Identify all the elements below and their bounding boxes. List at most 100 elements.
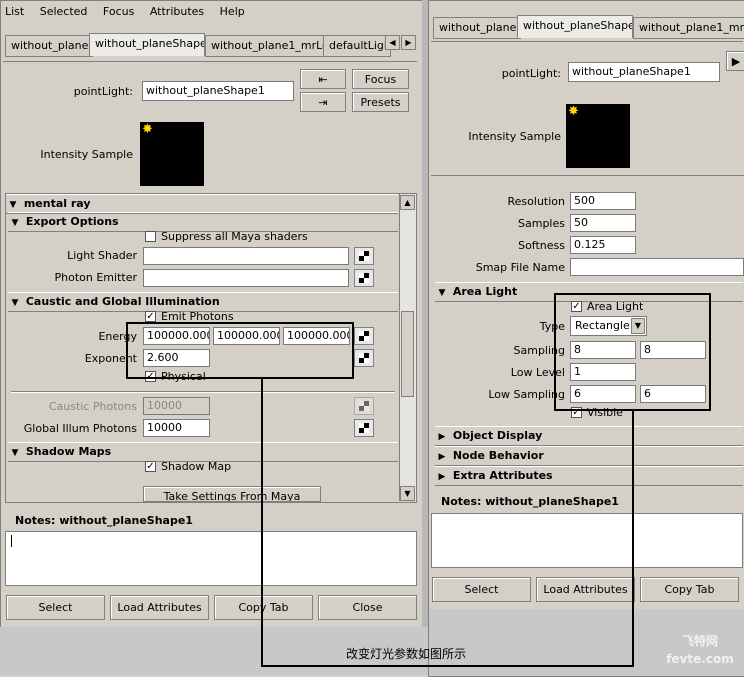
light-shader-label: Light Shader <box>67 249 137 262</box>
notes-label: Notes: without_planeShape1 <box>441 495 619 508</box>
focus-button[interactable]: Focus <box>352 69 409 89</box>
tab-without-plane1[interactable]: without_plane1 <box>433 17 521 39</box>
tab-without-plane1-mrloc[interactable]: without_plane1_mrLoc <box>633 17 744 39</box>
collapse-triangle-icon: ▼ <box>11 218 19 228</box>
tab-without-plane1-mrloc[interactable]: without_plane1_mrLoc <box>205 35 325 57</box>
take-settings-from-maya-button[interactable]: Take Settings From Maya <box>143 486 321 502</box>
section-extra-attributes[interactable]: ▶ Extra Attributes <box>435 466 743 486</box>
photon-emitter-field[interactable] <box>143 269 349 287</box>
photon-emitter-map-button[interactable] <box>354 269 374 287</box>
section-export-options[interactable]: ▼ Export Options <box>8 212 398 232</box>
section-shadow-maps[interactable]: ▼ Shadow Maps <box>8 442 398 462</box>
scroll-down-icon[interactable]: ▼ <box>400 486 415 501</box>
energy-map-button[interactable] <box>354 327 374 345</box>
low-sampling-label: Low Sampling <box>488 388 565 401</box>
menu-selected[interactable]: Selected <box>40 5 88 18</box>
resolution-field[interactable]: 500 <box>570 192 636 210</box>
map-checker-icon <box>359 353 369 363</box>
point-light-name-field[interactable]: without_planeShape1 <box>568 62 720 82</box>
expand-triangle-icon: ▶ <box>438 432 446 442</box>
annotation-box-left <box>126 322 354 379</box>
tab-scroll-right-icon[interactable]: ▶ <box>401 35 416 50</box>
annotation-line-bottom <box>261 665 634 667</box>
sampling-label: Sampling <box>513 344 566 357</box>
light-star-icon: ✸ <box>142 122 153 137</box>
intensity-sample-label: Intensity Sample <box>468 130 561 143</box>
section-mental-ray[interactable]: ▼ mental ray <box>6 194 398 214</box>
presets-button[interactable]: Presets <box>352 92 409 112</box>
samples-label: Samples <box>518 217 565 230</box>
caustic-photons-map-button[interactable] <box>354 397 374 415</box>
menu-attributes[interactable]: Attributes <box>150 5 204 18</box>
divider <box>11 391 395 393</box>
gi-photons-field[interactable]: 10000 <box>143 419 210 437</box>
close-button[interactable]: Close <box>318 595 417 620</box>
softness-field[interactable]: 0.125 <box>570 236 636 254</box>
collapse-triangle-icon: ▼ <box>11 448 19 458</box>
menu-bar: List Selected Focus Attributes Help <box>5 5 257 18</box>
resolution-label: Resolution <box>507 195 565 208</box>
annotation-line-left <box>261 379 263 667</box>
point-light-name-field[interactable]: without_planeShape1 <box>142 81 294 101</box>
select-button[interactable]: Select <box>6 595 105 620</box>
shadow-map-label: Shadow Map <box>161 460 232 473</box>
light-shader-map-button[interactable] <box>354 247 374 265</box>
tab-defaultlight[interactable]: defaultLight <box>323 35 391 57</box>
intensity-sample-label: Intensity Sample <box>40 148 133 161</box>
softness-label: Softness <box>518 239 565 252</box>
smap-file-name-label: Smap File Name <box>475 261 565 274</box>
focus-icon-button[interactable]: ⇤ <box>300 69 346 89</box>
tab-without-planeshape1[interactable]: without_planeShape1 <box>517 15 633 38</box>
scroll-up-icon[interactable]: ▲ <box>400 195 415 210</box>
presets-icon-button[interactable]: ⇥ <box>300 92 346 112</box>
suppress-shaders-label: Suppress all Maya shaders <box>161 230 308 243</box>
tab-without-planeshape1[interactable]: without_planeShape1 <box>89 33 205 56</box>
expand-triangle-icon: ▶ <box>438 472 446 482</box>
samples-field[interactable]: 50 <box>570 214 636 232</box>
light-star-icon: ✸ <box>568 104 579 119</box>
copy-tab-button[interactable]: Copy Tab <box>214 595 313 620</box>
menu-help[interactable]: Help <box>220 5 245 18</box>
annotation-caption: 改变灯光参数如图所示 <box>346 647 467 661</box>
caustic-photons-field[interactable]: 10000 <box>143 397 210 415</box>
menu-list[interactable]: List <box>5 5 24 18</box>
copy-tab-button[interactable]: Copy Tab <box>640 577 739 602</box>
select-button[interactable]: Select <box>432 577 531 602</box>
section-object-display[interactable]: ▶ Object Display <box>435 426 743 446</box>
point-light-label: pointLight: <box>73 85 133 98</box>
notes-label: Notes: without_planeShape1 <box>15 514 193 527</box>
point-light-label: pointLight: <box>501 67 561 80</box>
collapse-triangle-icon: ▼ <box>438 288 446 298</box>
attribute-content <box>431 41 743 42</box>
notes-textarea[interactable] <box>431 513 743 568</box>
notes-textarea[interactable] <box>5 531 417 586</box>
shadow-map-checkbox[interactable]: ✓ <box>145 461 156 472</box>
section-caustic-gi[interactable]: ▼ Caustic and Global Illumination <box>8 292 398 312</box>
tab-scroll-left-icon[interactable]: ◀ <box>385 35 400 50</box>
gi-photons-map-button[interactable] <box>354 419 374 437</box>
load-attributes-button[interactable]: Load Attributes <box>110 595 209 620</box>
focus-icon-button[interactable]: ▶ <box>726 51 744 71</box>
map-checker-icon <box>359 423 369 433</box>
map-checker-icon <box>359 273 369 283</box>
suppress-shaders-checkbox[interactable] <box>145 231 156 242</box>
text-cursor <box>11 535 12 547</box>
section-node-behavior[interactable]: ▶ Node Behavior <box>435 446 743 466</box>
menu-focus[interactable]: Focus <box>103 5 134 18</box>
gi-photons-label: Global Illum Photons <box>23 422 137 435</box>
light-shader-field[interactable] <box>143 247 349 265</box>
emit-photons-checkbox[interactable]: ✓ <box>145 311 156 322</box>
load-attributes-button[interactable]: Load Attributes <box>536 577 635 602</box>
smap-file-name-field[interactable] <box>570 258 744 276</box>
annotation-line-right <box>632 411 634 667</box>
photon-emitter-label: Photon Emitter <box>54 271 137 284</box>
map-checker-icon <box>359 251 369 261</box>
expand-triangle-icon: ▶ <box>438 452 446 462</box>
type-label: Type <box>539 320 565 333</box>
tab-without-plane1[interactable]: without_plane1 <box>5 35 93 57</box>
scroll-thumb[interactable] <box>401 311 414 397</box>
annotation-box-right <box>554 293 711 411</box>
exponent-map-button[interactable] <box>354 349 374 367</box>
collapse-triangle-icon: ▼ <box>11 298 19 308</box>
map-checker-icon <box>359 401 369 411</box>
